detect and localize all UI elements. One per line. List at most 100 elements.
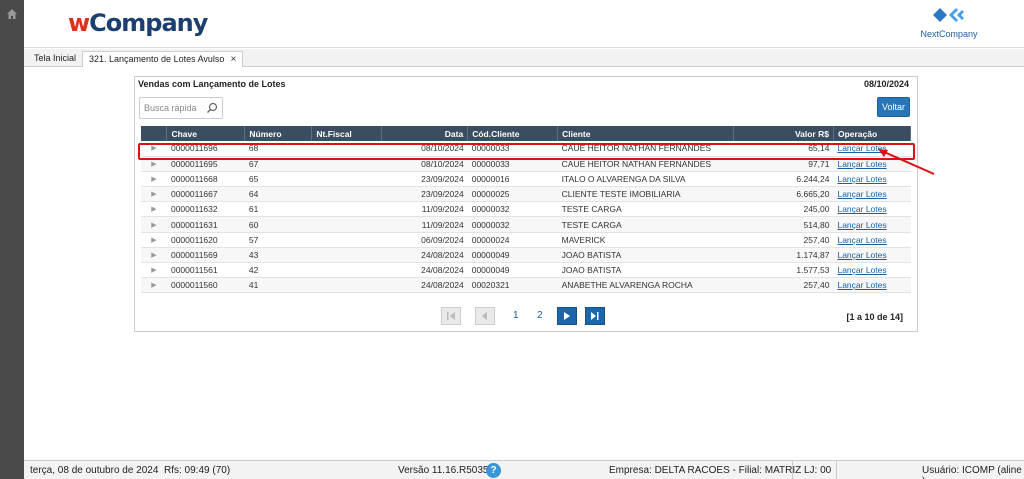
expand-row-icon[interactable]: ▶ bbox=[141, 171, 167, 188]
wcompany-logo[interactable]: wCompany bbox=[68, 9, 208, 37]
cell-valor: 257,40 bbox=[733, 277, 834, 294]
cell-nf bbox=[311, 247, 382, 264]
cell-nf bbox=[311, 277, 382, 294]
status-lj: LJ: 00 bbox=[804, 465, 832, 476]
home-icon[interactable] bbox=[6, 8, 18, 20]
lancar-lotes-link[interactable]: Lançar Lotes bbox=[837, 265, 886, 275]
cell-numero: 60 bbox=[244, 216, 312, 233]
lancar-lotes-link[interactable]: Lançar Lotes bbox=[837, 250, 886, 260]
cell-nf bbox=[311, 216, 382, 233]
expand-row-icon[interactable]: ▶ bbox=[141, 216, 167, 233]
cell-chave: 0000011561 bbox=[166, 262, 245, 279]
table-row[interactable]: ▶ 0000011668 65 23/09/2024 00000016 ITALO O A… bbox=[141, 171, 911, 188]
cell-data: 23/09/2024 bbox=[381, 171, 468, 188]
table-row[interactable]: ▶ 0000011667 64 23/09/2024 00000025 CLIENTE T… bbox=[141, 186, 911, 203]
left-sidebar bbox=[0, 0, 24, 479]
status-bar: terça, 08 de outubro de 2024 Rfs: 09:49 … bbox=[24, 460, 1024, 479]
column-numero[interactable]: Número bbox=[244, 126, 313, 141]
expand-row-icon[interactable]: ▶ bbox=[141, 262, 167, 279]
cell-cod: 00000049 bbox=[467, 247, 558, 264]
cell-valor: 245,00 bbox=[733, 201, 834, 218]
column-chave[interactable]: Chave bbox=[166, 126, 246, 141]
cell-cliente: CLIENTE TESTE IMOBILIARIA bbox=[557, 186, 734, 203]
table-row[interactable]: ▶ 0000011631 60 11/09/2024 00000032 TESTE CAR… bbox=[141, 216, 911, 233]
tab-tela-inicial[interactable]: Tela Inicial bbox=[28, 51, 82, 67]
lancar-lotes-link[interactable]: Lançar Lotes bbox=[837, 235, 886, 245]
prev-page-button[interactable] bbox=[475, 307, 495, 325]
table-row[interactable]: ▶ 0000011620 57 06/09/2024 00000024 MAVERICK 2… bbox=[141, 232, 911, 248]
first-page-icon bbox=[447, 312, 455, 320]
main-panel: Vendas com Lançamento de Lotes 08/10/202… bbox=[134, 76, 918, 332]
lancar-lotes-link[interactable]: Lançar Lotes bbox=[837, 280, 886, 290]
expand-row-icon[interactable]: ▶ bbox=[141, 247, 167, 264]
cell-op: Lançar Lotes bbox=[833, 277, 911, 294]
column-cod-cliente[interactable]: Cód.Cliente bbox=[467, 126, 559, 141]
cell-chave: 0000011631 bbox=[166, 216, 245, 233]
page-1-link[interactable]: 1 bbox=[513, 310, 519, 321]
cell-chave: 0000011569 bbox=[166, 247, 245, 264]
column-valor[interactable]: Valor R$ bbox=[733, 126, 834, 141]
lancar-lotes-link[interactable]: Lançar Lotes bbox=[837, 220, 886, 230]
help-icon[interactable]: ? bbox=[486, 463, 501, 478]
app-header: wCompany NextCompany bbox=[24, 0, 1024, 48]
cell-numero: 57 bbox=[244, 232, 312, 248]
panel-title: Vendas com Lançamento de Lotes bbox=[138, 79, 286, 89]
cell-cliente: JOAO BATISTA bbox=[557, 262, 734, 279]
lancar-lotes-link[interactable]: Lançar Lotes bbox=[837, 204, 886, 214]
search-input[interactable] bbox=[144, 101, 204, 115]
last-page-button[interactable] bbox=[585, 307, 605, 325]
column-cliente[interactable]: Cliente bbox=[557, 126, 735, 141]
status-user: Usuário: ICOMP (aline ) bbox=[922, 465, 1022, 479]
table-row[interactable]: ▶ 0000011632 61 11/09/2024 00000032 TESTE CAR… bbox=[141, 201, 911, 218]
cell-valor: 514,80 bbox=[733, 216, 834, 233]
cell-chave: 0000011620 bbox=[166, 232, 245, 248]
close-icon[interactable]: × bbox=[230, 54, 236, 65]
table-row[interactable]: ▶ 0000011561 42 24/08/2024 00000049 JOAO BATI… bbox=[141, 262, 911, 279]
first-page-button[interactable] bbox=[441, 307, 461, 325]
nextcompany-mark-icon bbox=[933, 8, 964, 22]
cell-chave: 0000011668 bbox=[166, 171, 245, 188]
cell-cod: 00000025 bbox=[467, 186, 558, 203]
cell-cod: 00000016 bbox=[467, 171, 558, 188]
tab-bar: Tela Inicial 321. Lançamento de Lotes Av… bbox=[24, 49, 1024, 67]
cell-data: 23/09/2024 bbox=[381, 186, 468, 203]
lancar-lotes-link[interactable]: Lançar Lotes bbox=[837, 189, 886, 199]
expand-row-icon[interactable]: ▶ bbox=[141, 277, 167, 294]
column-data[interactable]: Data bbox=[381, 126, 469, 141]
cell-data: 11/09/2024 bbox=[381, 216, 468, 233]
status-version: Versão 11.16.R5035 bbox=[398, 465, 489, 476]
expand-row-icon[interactable]: ▶ bbox=[141, 186, 167, 203]
highlight-annotation-box bbox=[138, 143, 915, 160]
cell-op: Lançar Lotes bbox=[833, 247, 911, 264]
cell-nf bbox=[311, 171, 382, 188]
search-box bbox=[139, 97, 223, 119]
expand-row-icon[interactable]: ▶ bbox=[141, 232, 167, 248]
expand-column-header bbox=[141, 126, 168, 141]
cell-valor: 1.577,53 bbox=[733, 262, 834, 279]
search-icon[interactable] bbox=[206, 102, 218, 114]
page-2-link[interactable]: 2 bbox=[537, 310, 543, 321]
column-operacao[interactable]: Operação bbox=[833, 126, 912, 141]
cell-data: 24/08/2024 bbox=[381, 277, 468, 294]
cell-op: Lançar Lotes bbox=[833, 201, 911, 218]
table-row[interactable]: ▶ 0000011569 43 24/08/2024 00000049 JOAO BATI… bbox=[141, 247, 911, 264]
column-nt-fiscal[interactable]: Nt.Fiscal bbox=[311, 126, 383, 141]
cell-op: Lançar Lotes bbox=[833, 186, 911, 203]
voltar-button[interactable]: Voltar bbox=[877, 97, 910, 117]
tab-lancamento-lotes[interactable]: 321. Lançamento de Lotes Avulso × bbox=[82, 51, 244, 67]
panel-date: 08/10/2024 bbox=[863, 79, 909, 89]
page-range: [1 a 10 de 14] bbox=[846, 312, 903, 322]
cell-cod: 00020321 bbox=[467, 277, 558, 294]
cell-numero: 41 bbox=[244, 277, 312, 294]
cell-nf bbox=[311, 262, 382, 279]
expand-row-icon[interactable]: ▶ bbox=[141, 201, 167, 218]
cell-cod: 00000024 bbox=[467, 232, 558, 248]
next-page-button[interactable] bbox=[557, 307, 577, 325]
next-page-icon bbox=[564, 312, 570, 320]
cell-data: 11/09/2024 bbox=[381, 201, 468, 218]
cell-data: 24/08/2024 bbox=[381, 262, 468, 279]
cell-cliente: TESTE CARGA bbox=[557, 201, 734, 218]
last-page-icon bbox=[591, 312, 599, 320]
cell-numero: 42 bbox=[244, 262, 312, 279]
table-row[interactable]: ▶ 0000011560 41 24/08/2024 00020321 ANABETHE … bbox=[141, 277, 911, 294]
